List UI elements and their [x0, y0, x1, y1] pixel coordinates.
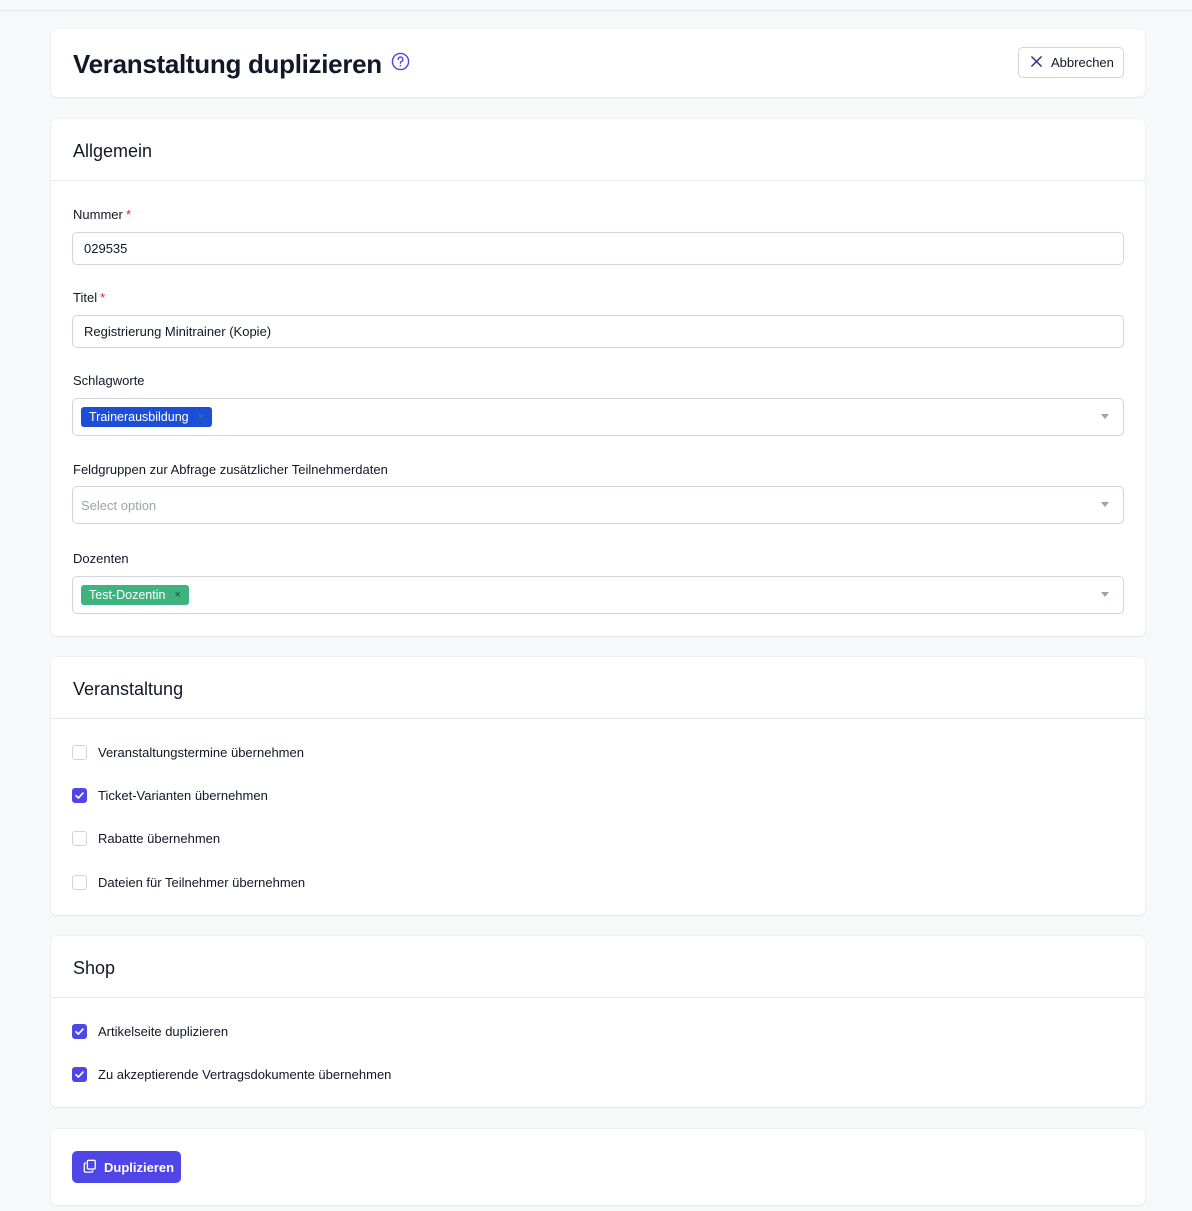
checkbox-copy-dates[interactable]	[72, 745, 87, 760]
remove-lecturer-icon[interactable]: ×	[174, 589, 180, 601]
checkbox-copy-participant-files[interactable]	[72, 875, 87, 890]
number-input[interactable]	[72, 232, 1124, 265]
page-title: Veranstaltung duplizieren	[73, 49, 382, 79]
title-input[interactable]	[72, 315, 1124, 348]
cancel-button[interactable]: Abbrechen	[1018, 47, 1124, 78]
option-label: Veranstaltungstermine übernehmen	[98, 745, 304, 760]
option-label: Zu akzeptierende Vertragsdokumente übern…	[98, 1067, 392, 1082]
copy-icon	[83, 1159, 97, 1176]
help-icon[interactable]	[391, 52, 410, 71]
checkbox-duplicate-article-page[interactable]	[72, 1024, 87, 1039]
checkbox-copy-ticket-variants[interactable]	[72, 788, 87, 803]
close-icon	[1030, 55, 1043, 71]
chevron-down-icon[interactable]	[1101, 414, 1109, 419]
tags-select[interactable]: Trainerausbildung ×	[72, 398, 1124, 436]
chevron-down-icon[interactable]	[1101, 502, 1109, 507]
tag-chip-label: Trainerausbildung	[89, 410, 189, 424]
option-label: Dateien für Teilnehmer übernehmen	[98, 875, 306, 890]
section-title-general: Allgemein	[73, 141, 153, 161]
event-section: Veranstaltung Veranstaltungstermine über…	[51, 657, 1145, 915]
section-divider	[51, 180, 1145, 181]
checkbox-copy-contract-documents[interactable]	[72, 1067, 87, 1082]
section-title-shop: Shop	[73, 958, 116, 978]
duplicate-button-label: Duplizieren	[104, 1159, 175, 1175]
section-title-event: Veranstaltung	[73, 679, 184, 699]
page-header: Veranstaltung duplizieren Abbrechen	[51, 29, 1145, 97]
option-label: Rabatte übernehmen	[98, 831, 221, 846]
option-duplicate-article-page[interactable]: Artikelseite duplizieren	[72, 1024, 228, 1039]
cancel-button-label: Abbrechen	[1051, 55, 1114, 70]
check-icon	[75, 1071, 84, 1078]
required-mark: *	[100, 290, 106, 305]
tag-chip: Trainerausbildung ×	[81, 407, 213, 427]
remove-tag-icon[interactable]: ×	[198, 411, 204, 423]
lecturers-label: Dozenten	[73, 551, 129, 566]
option-copy-dates[interactable]: Veranstaltungstermine übernehmen	[72, 745, 304, 760]
lecturer-chip-label: Test-Dozentin	[89, 588, 166, 602]
required-mark: *	[125, 207, 131, 222]
option-label: Artikelseite duplizieren	[98, 1024, 229, 1039]
field-groups-select[interactable]: Select option	[72, 486, 1124, 524]
option-label: Ticket-Varianten übernehmen	[98, 788, 268, 803]
check-icon	[75, 792, 84, 799]
shop-section: Shop Artikelseite duplizieren Zu akzepti…	[51, 936, 1145, 1107]
field-groups-placeholder: Select option	[81, 498, 157, 513]
option-copy-ticket-variants[interactable]: Ticket-Varianten übernehmen	[72, 788, 268, 803]
lecturer-chip: Test-Dozentin ×	[81, 585, 189, 605]
title-label: Titel *	[73, 290, 106, 305]
option-copy-discounts[interactable]: Rabatte übernehmen	[72, 831, 220, 846]
chevron-down-icon[interactable]	[1101, 592, 1109, 597]
tags-label: Schlagworte	[73, 373, 145, 388]
top-divider	[0, 10, 1192, 11]
field-groups-label: Feldgruppen zur Abfrage zusätzlicher Tei…	[73, 462, 388, 477]
actions-section: Duplizieren	[51, 1129, 1145, 1205]
number-label: Nummer *	[73, 207, 131, 222]
check-icon	[75, 1028, 84, 1035]
lecturers-select[interactable]: Test-Dozentin ×	[72, 576, 1124, 614]
option-copy-participant-files[interactable]: Dateien für Teilnehmer übernehmen	[72, 875, 305, 890]
duplicate-button[interactable]: Duplizieren	[72, 1151, 181, 1183]
option-copy-contract-documents[interactable]: Zu akzeptierende Vertragsdokumente übern…	[72, 1067, 391, 1082]
checkbox-copy-discounts[interactable]	[72, 831, 87, 846]
section-divider	[51, 718, 1145, 719]
section-divider	[51, 997, 1145, 998]
general-section: Allgemein Nummer* Titel* Schlagworte Tra…	[51, 119, 1145, 636]
